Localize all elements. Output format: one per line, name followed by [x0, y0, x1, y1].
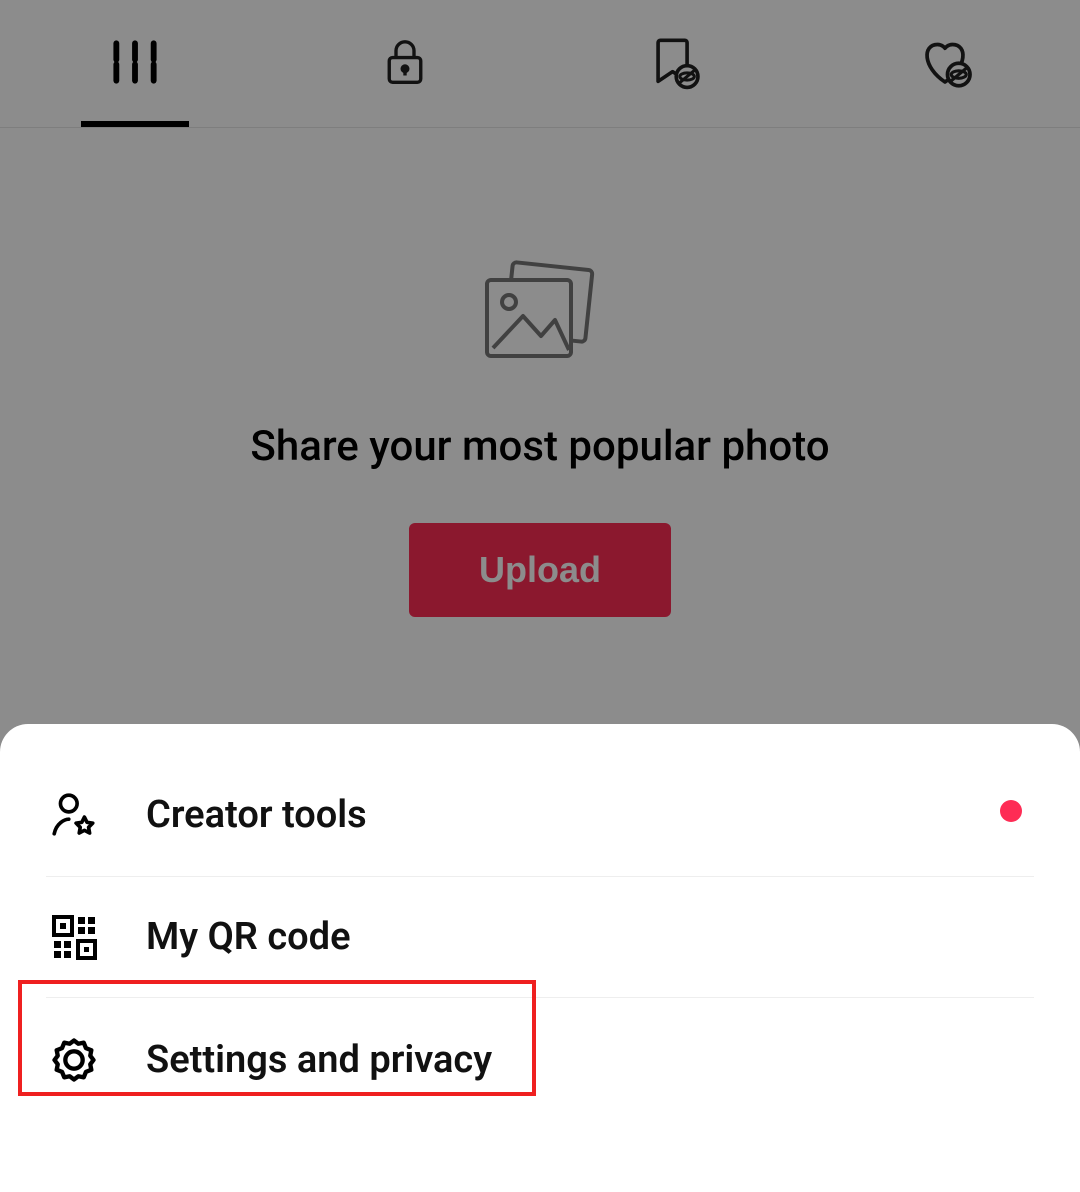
- qr-code-icon: [46, 913, 102, 961]
- menu-item-qr-code[interactable]: My QR code: [46, 876, 1034, 997]
- menu-item-label: My QR code: [146, 915, 351, 959]
- menu-item-creator-tools[interactable]: Creator tools: [0, 746, 1080, 876]
- menu-item-label: Settings and privacy: [146, 1038, 492, 1082]
- gear-icon: [46, 1034, 102, 1086]
- notification-dot: [1000, 800, 1022, 822]
- menu-item-label: Creator tools: [146, 793, 367, 837]
- person-star-icon: [46, 790, 102, 840]
- menu-item-settings-privacy[interactable]: Settings and privacy: [46, 997, 1034, 1122]
- menu-sheet: Creator tools: [0, 724, 1080, 1192]
